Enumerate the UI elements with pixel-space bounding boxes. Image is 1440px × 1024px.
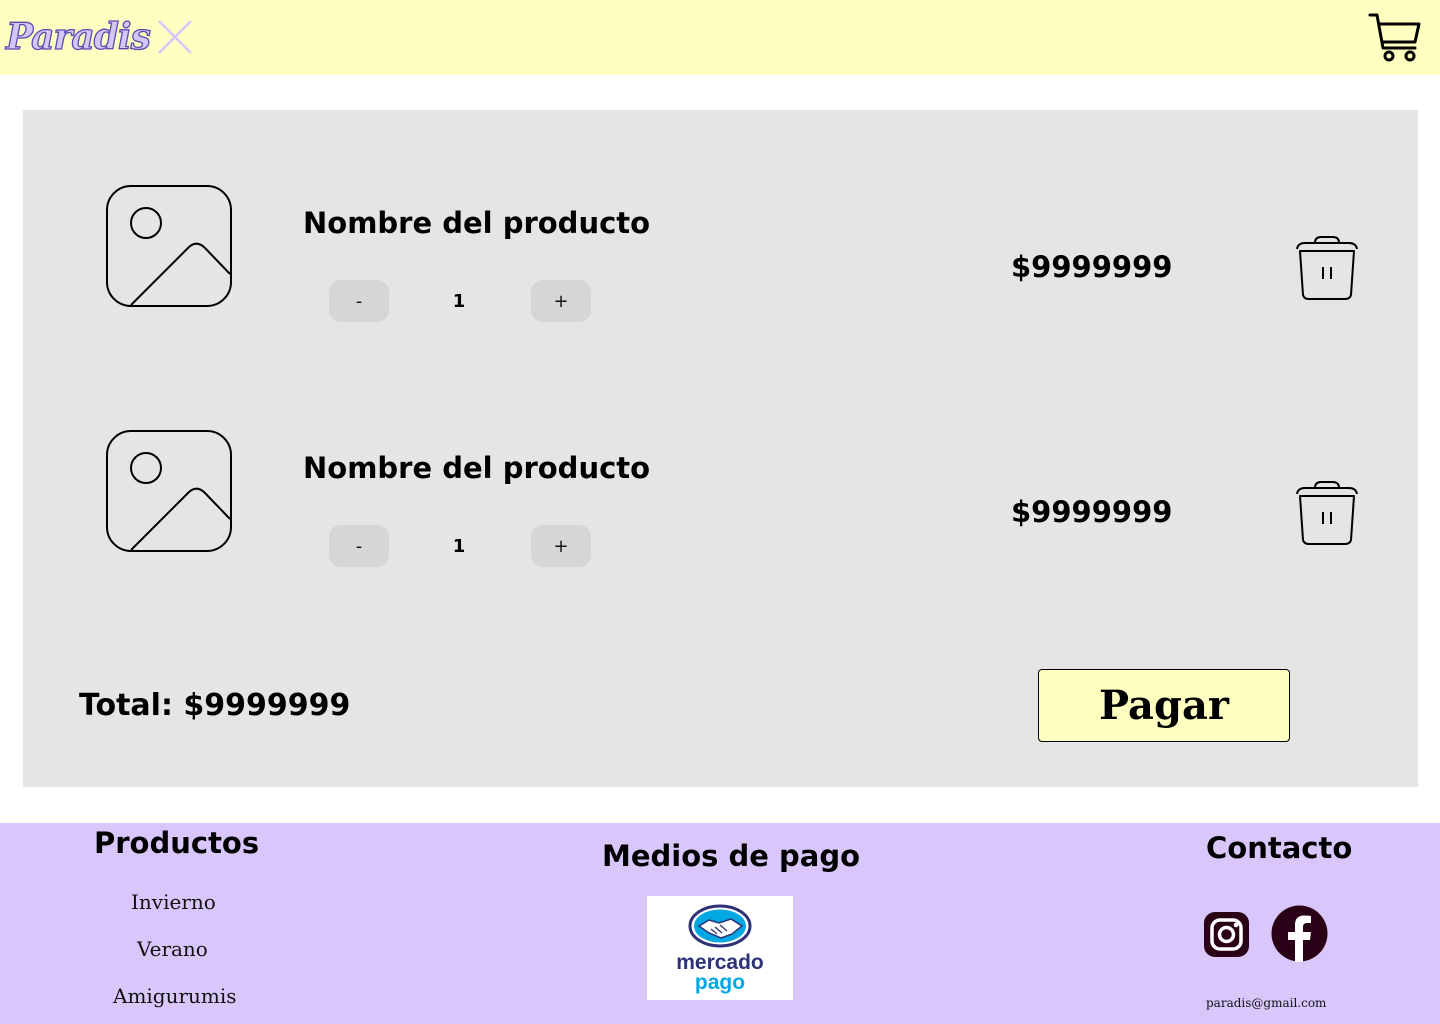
cart-panel: Nombre del producto - 1 + $9999999 Nombr… [23,110,1418,787]
payments-heading: Medios de pago [602,839,861,873]
site-footer: Productos Invierno Verano Amigurumis Med… [0,823,1440,1024]
increment-quantity-button[interactable]: + [531,280,591,322]
image-placeholder-icon [106,185,232,307]
products-heading: Productos [94,826,260,860]
cart-total: Total: $9999999 [79,688,351,723]
quantity-value: 1 [452,291,466,312]
product-price: $9999999 [1011,495,1173,529]
close-x-icon [157,20,192,54]
decrement-quantity-button[interactable]: - [329,525,389,567]
brand-name: Paradis [5,15,151,58]
site-header: Paradis [0,0,1440,75]
trash-icon[interactable] [1295,235,1359,301]
brand-logo[interactable]: Paradis [5,14,194,60]
product-name: Nombre del producto [303,451,651,485]
trash-icon[interactable] [1295,480,1359,546]
footer-link-invierno[interactable]: Invierno [131,890,216,914]
shopping-cart-icon[interactable] [1368,12,1422,64]
mercado-pago-logo-line2: pago [695,971,745,994]
contact-heading: Contacto [1206,831,1353,865]
decrement-quantity-button[interactable]: - [329,280,389,322]
product-price: $9999999 [1011,250,1173,284]
instagram-icon[interactable] [1204,912,1249,957]
increment-quantity-button[interactable]: + [531,525,591,567]
image-placeholder-icon [106,430,232,552]
product-name: Nombre del producto [303,206,651,240]
footer-link-verano[interactable]: Verano [137,937,208,961]
pay-button[interactable]: Pagar [1038,669,1290,742]
mercado-pago-logo: mercado pago [647,896,793,1000]
cart-item: Nombre del producto - 1 + $9999999 [23,182,1418,322]
facebook-icon[interactable] [1271,905,1328,962]
cart-item: Nombre del producto - 1 + $9999999 [23,427,1418,567]
contact-email[interactable]: paradis@gmail.com [1206,996,1326,1010]
footer-link-amigurumis[interactable]: Amigurumis [113,984,237,1008]
quantity-value: 1 [452,536,466,557]
